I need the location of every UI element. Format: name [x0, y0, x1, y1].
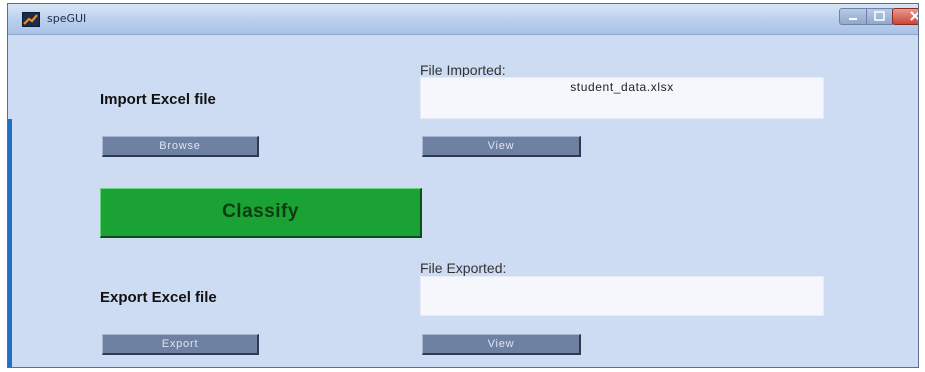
view-exported-button[interactable]: View [422, 334, 581, 355]
classify-button[interactable]: Classify [100, 188, 422, 238]
file-exported-caption: File Exported: [420, 260, 507, 276]
minimize-button[interactable] [839, 8, 867, 25]
app-window: speGUI Import Excel file File Imported: … [7, 3, 919, 368]
file-imported-caption: File Imported: [420, 62, 506, 78]
view-imported-button[interactable]: View [422, 136, 581, 157]
browse-button[interactable]: Browse [102, 136, 259, 157]
file-exported-field[interactable] [420, 276, 824, 316]
export-excel-label: Export Excel file [100, 289, 217, 306]
window-title: speGUI [47, 12, 87, 25]
file-imported-value: student_data.xlsx [570, 80, 674, 94]
import-excel-label: Import Excel file [100, 91, 216, 108]
window-edge-accent [8, 119, 12, 367]
file-imported-field[interactable]: student_data.xlsx [420, 77, 824, 119]
close-button[interactable] [892, 8, 918, 25]
export-button[interactable]: Export [102, 334, 259, 355]
matlab-app-icon [22, 12, 40, 27]
maximize-button[interactable] [866, 8, 893, 25]
title-bar[interactable]: speGUI [8, 4, 918, 35]
